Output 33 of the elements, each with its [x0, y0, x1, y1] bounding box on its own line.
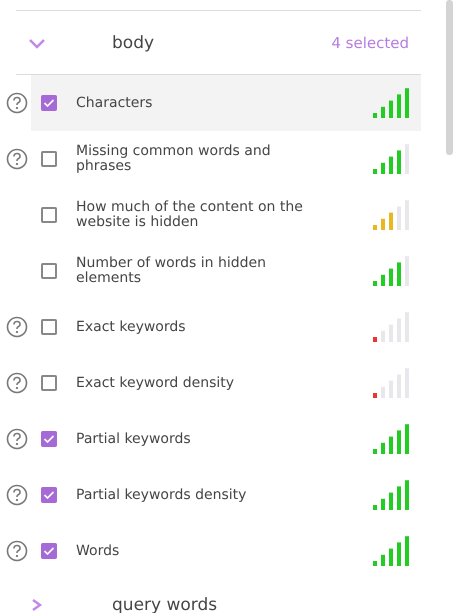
- check-icon: [43, 546, 55, 556]
- help-icon[interactable]: [6, 316, 28, 338]
- help-icon[interactable]: [6, 372, 28, 394]
- metric-label: Number of words in hidden elements: [76, 256, 268, 286]
- metric-label: Partial keywords density: [76, 488, 248, 502]
- selected-count: 4 selected: [331, 34, 409, 52]
- help-icon[interactable]: [6, 540, 28, 562]
- metric-label: Exact keyword density: [76, 376, 236, 390]
- checkbox[interactable]: [41, 319, 57, 335]
- metric-label: Partial keywords: [76, 432, 192, 446]
- checkbox[interactable]: [41, 431, 57, 447]
- checkbox[interactable]: [41, 263, 57, 279]
- checkbox[interactable]: [41, 487, 57, 503]
- checkbox[interactable]: [41, 95, 57, 111]
- section-title: body: [112, 32, 156, 52]
- check-icon: [43, 434, 55, 444]
- help-icon[interactable]: [6, 484, 28, 506]
- check-icon: [43, 98, 55, 108]
- chevron-icon[interactable]: [28, 36, 46, 48]
- checkbox[interactable]: [41, 375, 57, 391]
- metric-label: Missing common words and phrases: [76, 144, 272, 174]
- metric-label: How much of the content on the website is hidden: [76, 200, 304, 230]
- help-icon[interactable]: [6, 148, 28, 170]
- help-icon[interactable]: [6, 428, 28, 450]
- checkbox[interactable]: [41, 207, 57, 223]
- metric-label: Characters: [76, 96, 154, 110]
- checkbox[interactable]: [41, 543, 57, 559]
- check-icon: [43, 490, 55, 500]
- metric-label: Words: [76, 544, 120, 558]
- checkbox[interactable]: [41, 151, 57, 167]
- scrollbar[interactable]: [446, 0, 453, 155]
- help-icon[interactable]: [6, 92, 28, 114]
- metric-label: Exact keywords: [76, 320, 187, 334]
